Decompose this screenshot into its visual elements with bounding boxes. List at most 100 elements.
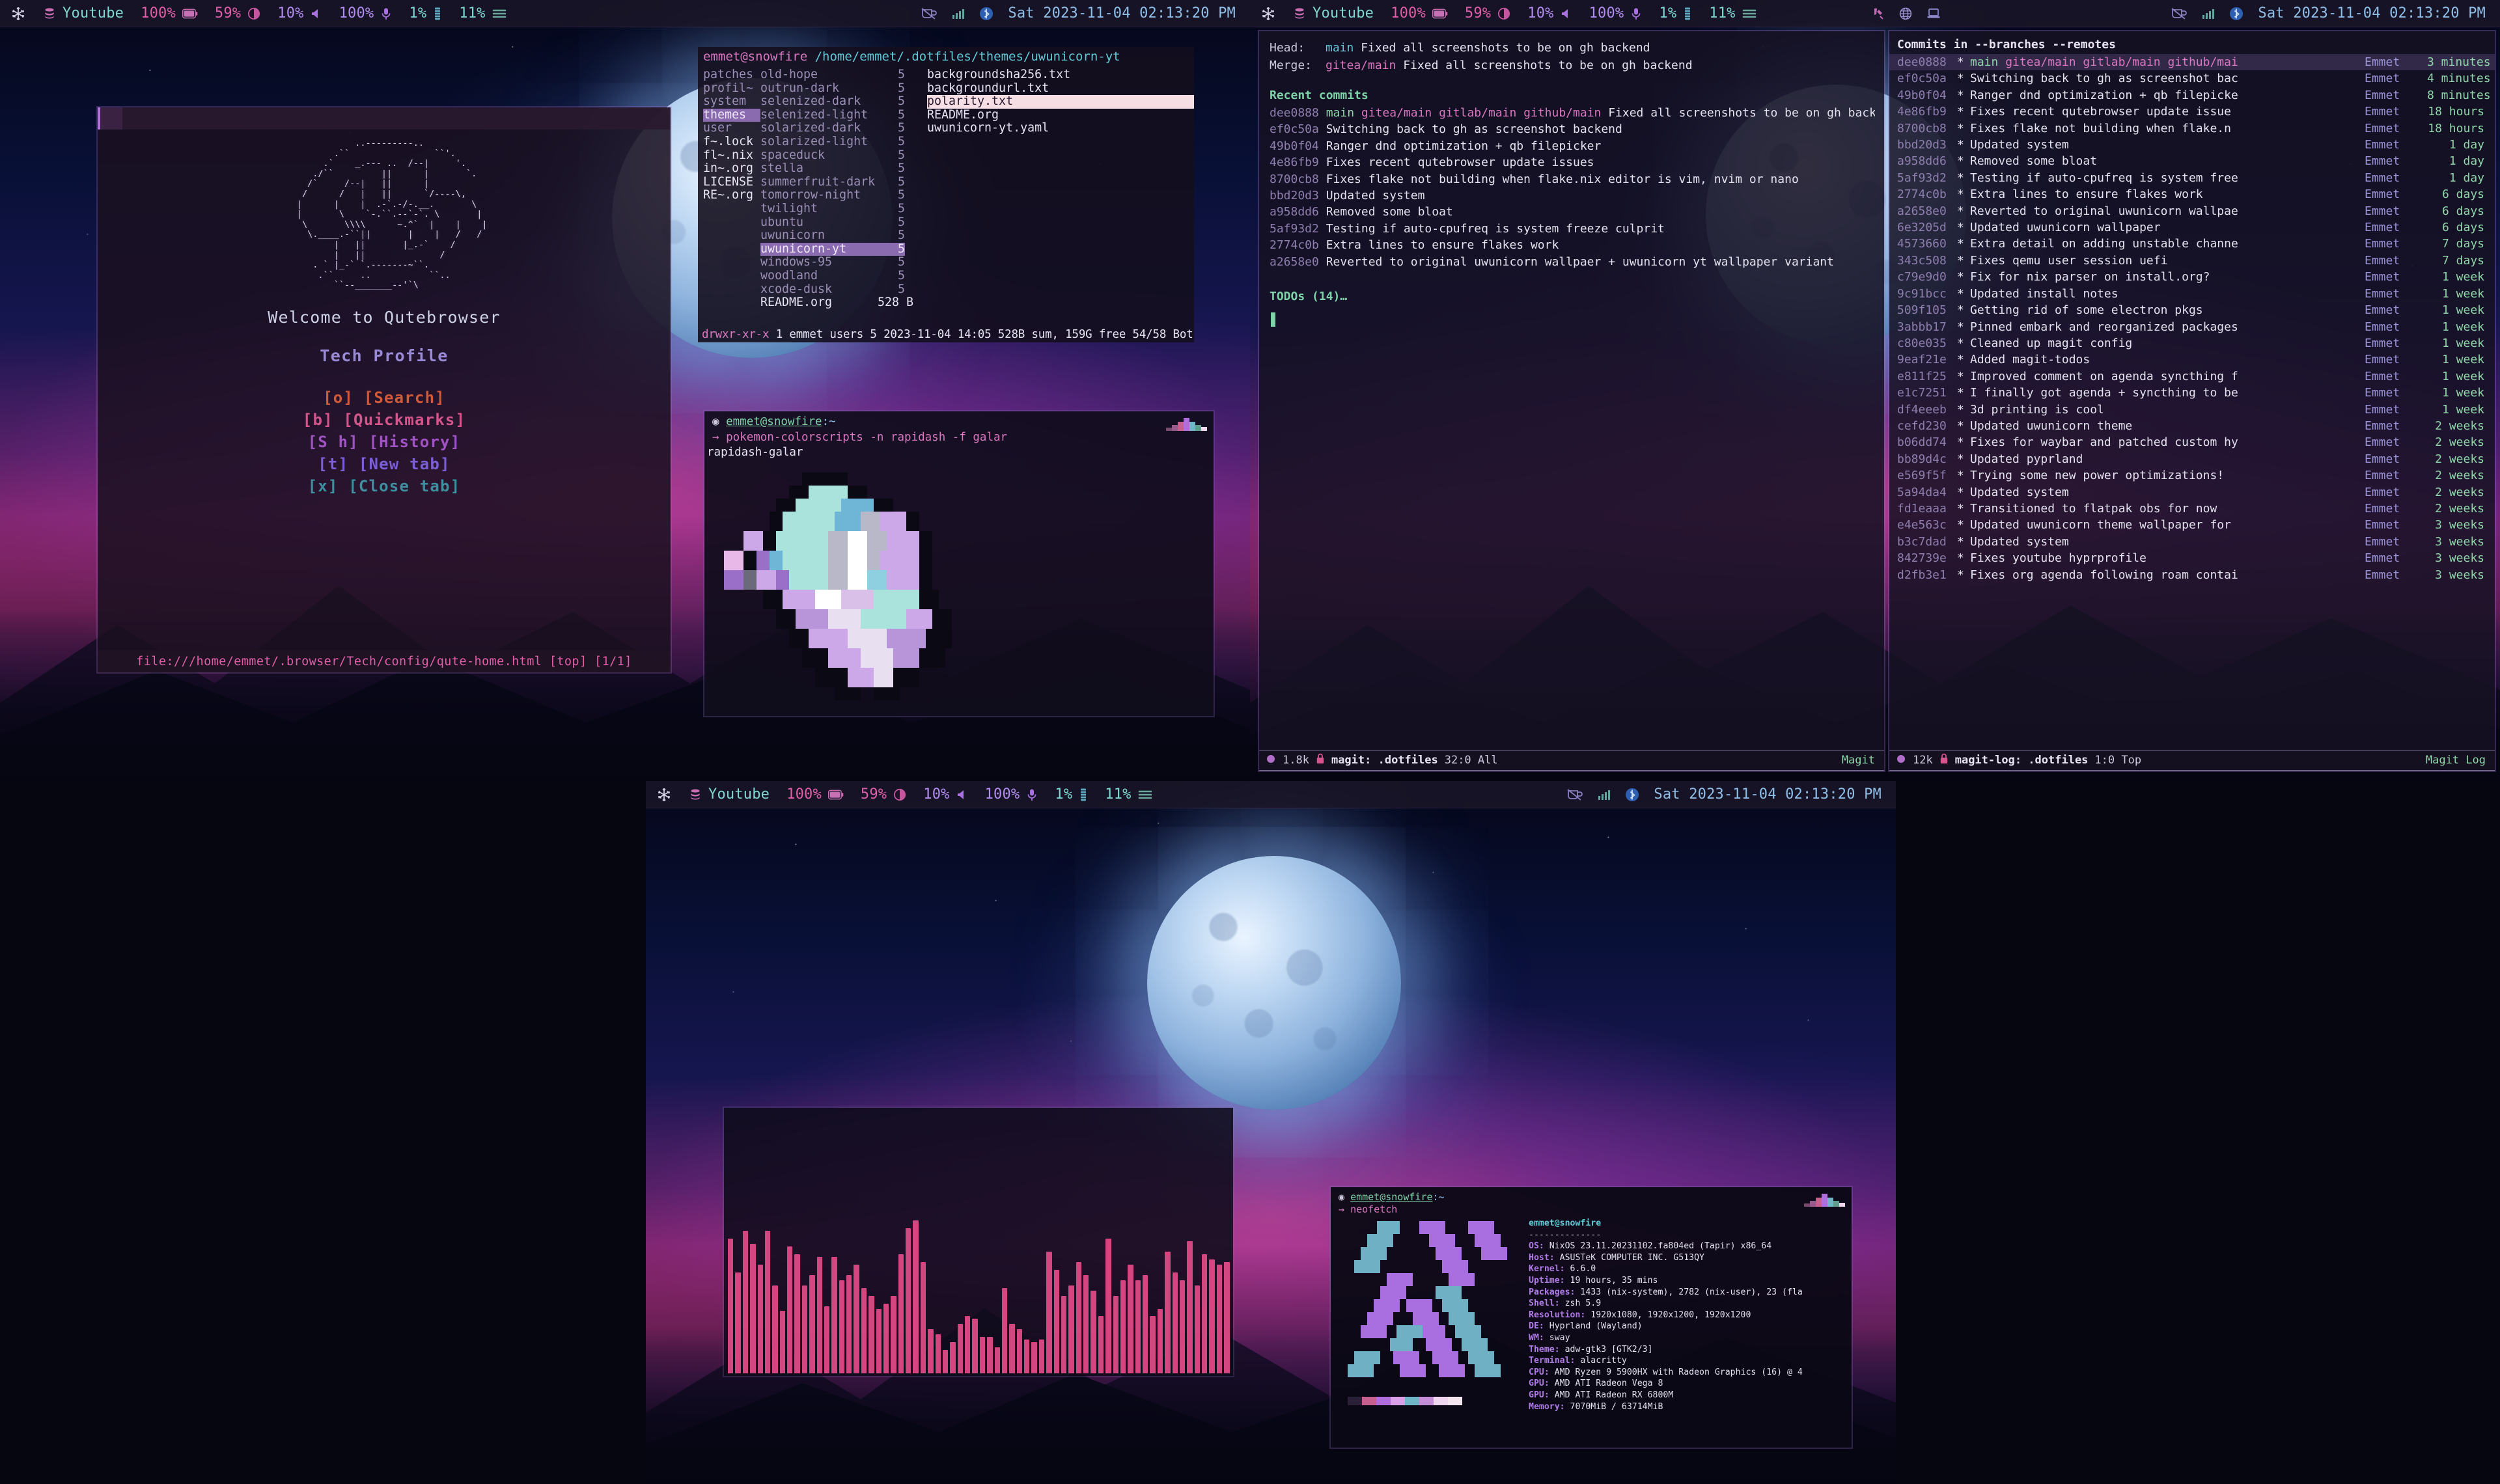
battery-module-3[interactable]: 100% bbox=[786, 786, 844, 803]
ranger-file-item[interactable]: twilight bbox=[760, 202, 878, 216]
qutebrowser-link-0[interactable]: [o] [Search] bbox=[323, 387, 445, 408]
ranger-preview-item[interactable]: uwunicorn-yt.yaml bbox=[927, 122, 1194, 135]
ranger-file-item[interactable]: ubuntu bbox=[760, 215, 878, 230]
wifi-icon-3[interactable] bbox=[1598, 789, 1611, 801]
workspace-youtube-3[interactable]: Youtube bbox=[689, 786, 770, 803]
magit-log-row[interactable]: 842739e * Fixes youtube hyprprofile Emmet 3 … bbox=[1889, 550, 2495, 566]
magit-commit-row[interactable]: 2774c0b Extra lines to ensure flakes wor… bbox=[1270, 237, 1875, 253]
qutebrowser-tab-active[interactable] bbox=[98, 107, 122, 130]
ranger-file-item[interactable]: woodland bbox=[760, 269, 878, 283]
ranger-parent-item[interactable]: fl~.nix bbox=[703, 148, 760, 163]
microphone-module-3[interactable]: 100% bbox=[985, 786, 1038, 803]
magit-section-recent-commits[interactable]: Recent commits bbox=[1270, 89, 1875, 102]
memory-module-3[interactable]: 11% bbox=[1105, 786, 1152, 803]
magit-commit-row[interactable]: 5af93d2 Testing if auto-cpufreq is syste… bbox=[1270, 221, 1875, 237]
magit-commit-row[interactable]: ef0c50a Switching back to gh as screensh… bbox=[1270, 121, 1875, 137]
magit-log-row[interactable]: c79e9d0 * Fix for nix parser on install.or… bbox=[1889, 269, 2495, 285]
magit-log-row[interactable]: 4e86fb9 * Fixes recent qutebrowser update … bbox=[1889, 103, 2495, 120]
magit-log-row[interactable]: dee0888 * main gitea/main gitlab/main gith… bbox=[1889, 54, 2495, 71]
ranger-file-item[interactable]: xcode-dusk bbox=[760, 282, 878, 297]
magit-commit-row[interactable]: a2658e0 Reverted to original uwunicorn w… bbox=[1270, 254, 1875, 270]
volume-module-3[interactable]: 10% bbox=[923, 786, 967, 803]
cpu-module-3[interactable]: 1% bbox=[1055, 786, 1088, 803]
ranger-file-item[interactable]: selenized-light bbox=[760, 108, 878, 122]
magit-log-row[interactable]: 3abbb17 * Pinned embark and reorganized pa… bbox=[1889, 319, 2495, 335]
magit-commit-row[interactable]: dee0888 main gitea/main gitlab/main gith… bbox=[1270, 105, 1875, 121]
ranger-preview-item[interactable]: backgroundurl.txt bbox=[927, 81, 1194, 96]
magit-log-row[interactable]: fd1eaaa * Transitioned to flatpak obs for … bbox=[1889, 501, 2495, 517]
ranger-file-item[interactable]: solarized-light bbox=[760, 135, 878, 149]
ranger-preview-item[interactable]: polarity.txt bbox=[927, 95, 1194, 109]
waybar-tray[interactable] bbox=[1872, 7, 1941, 20]
memory-module-2[interactable]: 11% bbox=[1709, 5, 1756, 21]
clock-top-right[interactable]: Sat 2023-11-04 02:13:20 PM bbox=[2258, 5, 2486, 21]
magit-log-row[interactable]: 4573660 * Extra detail on adding unstable … bbox=[1889, 236, 2495, 252]
battery-module[interactable]: 100% bbox=[141, 5, 198, 21]
ranger-preview-item[interactable]: README.org bbox=[927, 108, 1194, 122]
magit-log-row[interactable]: 343c508 * Fixes qemu user session uefi Emme… bbox=[1889, 253, 2495, 269]
ranger-file-item[interactable]: stella bbox=[760, 162, 878, 176]
cpu-module-2[interactable]: 1% bbox=[1659, 5, 1692, 21]
window-cava[interactable] bbox=[724, 1108, 1233, 1376]
qutebrowser-link-3[interactable]: [t] [New tab] bbox=[318, 454, 450, 474]
ranger-preview-item[interactable]: backgroundsha256.txt bbox=[927, 68, 1194, 82]
magit-log-row[interactable]: 8700cb8 * Fixes flake not building when fl… bbox=[1889, 120, 2495, 137]
magit-log-row[interactable]: c80e035 * Cleaned up magit config Emmet 1 we… bbox=[1889, 335, 2495, 351]
memory-module[interactable]: 11% bbox=[459, 5, 506, 21]
qutebrowser-link-2[interactable]: [S h] [History] bbox=[308, 432, 461, 452]
magit-log-row[interactable]: e569f5f * Trying some new power optimizati… bbox=[1889, 467, 2495, 484]
nix-snowflake-icon-3[interactable] bbox=[656, 787, 672, 803]
bluetooth-icon-2[interactable] bbox=[2229, 7, 2243, 21]
magit-commit-list[interactable]: dee0888 main gitea/main gitlab/main gith… bbox=[1270, 105, 1875, 270]
ranger-file-item[interactable]: solarized-dark bbox=[760, 122, 878, 135]
clock-bottom[interactable]: Sat 2023-11-04 02:13:20 PM bbox=[1654, 786, 1882, 803]
ranger-column-current[interactable]: old-hope outrun-dark selenized-dark seleniz… bbox=[760, 68, 878, 310]
magit-log-row[interactable]: a2658e0 * Reverted to original uwunicorn w… bbox=[1889, 203, 2495, 219]
workspace-youtube-2[interactable]: Youtube bbox=[1293, 5, 1374, 21]
window-qutebrowser[interactable]: ..---------.. .`` ``'. .` _.--- .. /--| … bbox=[98, 107, 671, 672]
magit-log-row[interactable]: e4e563c * Updated uwunicorn theme wallpape… bbox=[1889, 517, 2495, 533]
brightness-module-2[interactable]: 59% bbox=[1465, 5, 1510, 21]
wifi-icon-2[interactable] bbox=[2202, 8, 2215, 20]
no-coffee-icon-2[interactable] bbox=[2171, 7, 2188, 21]
magit-log-row[interactable]: df4eeeb * 3d printing is cool Emmet 1 week bbox=[1889, 402, 2495, 418]
ranger-file-item[interactable]: README.org bbox=[760, 295, 878, 310]
volume-module-2[interactable]: 10% bbox=[1527, 5, 1572, 21]
ranger-parent-item[interactable]: LICENSE bbox=[703, 175, 760, 189]
ranger-parent-item[interactable]: in~.org bbox=[703, 162, 760, 176]
magit-log-row[interactable]: 6e3205d * Updated uwunicorn wallpaper Emmet… bbox=[1889, 219, 2495, 236]
magit-commit-row[interactable]: 4e86fb9 Fixes recent qutebrowser update … bbox=[1270, 154, 1875, 171]
ranger-file-item[interactable]: outrun-dark bbox=[760, 81, 878, 96]
magit-commit-row[interactable]: 49b0f04 Ranger dnd optimization + qb fil… bbox=[1270, 138, 1875, 154]
brightness-module[interactable]: 59% bbox=[215, 5, 260, 21]
magit-log-row[interactable]: a958dd6 * Removed some bloat Emmet 1 day bbox=[1889, 153, 2495, 169]
ranger-file-item[interactable]: summerfruit-dark bbox=[760, 175, 878, 189]
nix-snowflake-icon[interactable] bbox=[10, 6, 26, 21]
ranger-parent-item[interactable]: patches bbox=[703, 68, 760, 82]
magit-commit-row[interactable]: 8700cb8 Fixes flake not building when fl… bbox=[1270, 171, 1875, 187]
wifi-icon[interactable] bbox=[952, 8, 965, 20]
window-ranger[interactable]: emmet@snowfire /home/emmet/.dotfiles/the… bbox=[698, 47, 1194, 342]
no-coffee-icon-3[interactable] bbox=[1566, 788, 1583, 802]
magit-log-row[interactable]: b3c7dad * Updated system Emmet 3 weeks bbox=[1889, 534, 2495, 550]
ranger-column-parent[interactable]: patches profil~ system themes user f~.lock fl~… bbox=[703, 68, 760, 310]
magit-log-row[interactable]: cefd230 * Updated uwunicorn theme Emmet 2 we… bbox=[1889, 418, 2495, 434]
ranger-file-item[interactable]: old-hope bbox=[760, 68, 878, 82]
window-pokemon-terminal[interactable]: ◉ emmet@snowfire:~ → pokemon-colorscript… bbox=[704, 411, 1214, 716]
globe-icon[interactable] bbox=[1899, 7, 1912, 20]
window-emacs-magit[interactable]: Head: main Fixed all screenshots to be on… bbox=[1259, 31, 1884, 771]
bluetooth-icon[interactable] bbox=[979, 7, 993, 21]
magit-log-row[interactable]: 49b0f04 * Ranger dnd optimization + qb fil… bbox=[1889, 87, 2495, 103]
ranger-file-item[interactable]: windows-95 bbox=[760, 256, 878, 269]
workspace-youtube[interactable]: Youtube bbox=[43, 5, 124, 21]
ranger-column-preview[interactable]: backgroundsha256.txt backgroundurl.txt pol… bbox=[911, 68, 1194, 310]
ranger-file-item[interactable]: uwunicorn-yt bbox=[760, 242, 878, 256]
qutebrowser-link-1[interactable]: [b] [Quickmarks] bbox=[303, 409, 465, 430]
bluetooth-icon-3[interactable] bbox=[1625, 788, 1639, 802]
magit-log-row[interactable]: 5af93d2 * Testing if auto-cpufreq is syste… bbox=[1889, 170, 2495, 186]
battery-module-2[interactable]: 100% bbox=[1391, 5, 1448, 21]
magit-commit-row[interactable]: a958dd6 Removed some bloat bbox=[1270, 204, 1875, 220]
magit-log-row[interactable]: 5a94da4 * Updated system Emmet 2 weeks bbox=[1889, 484, 2495, 501]
magit-log-row[interactable]: e811f25 * Improved comment on agenda synct… bbox=[1889, 368, 2495, 385]
window-emacs-magit-log[interactable]: Commits in --branches --remotes dee0888 *… bbox=[1889, 31, 2495, 771]
